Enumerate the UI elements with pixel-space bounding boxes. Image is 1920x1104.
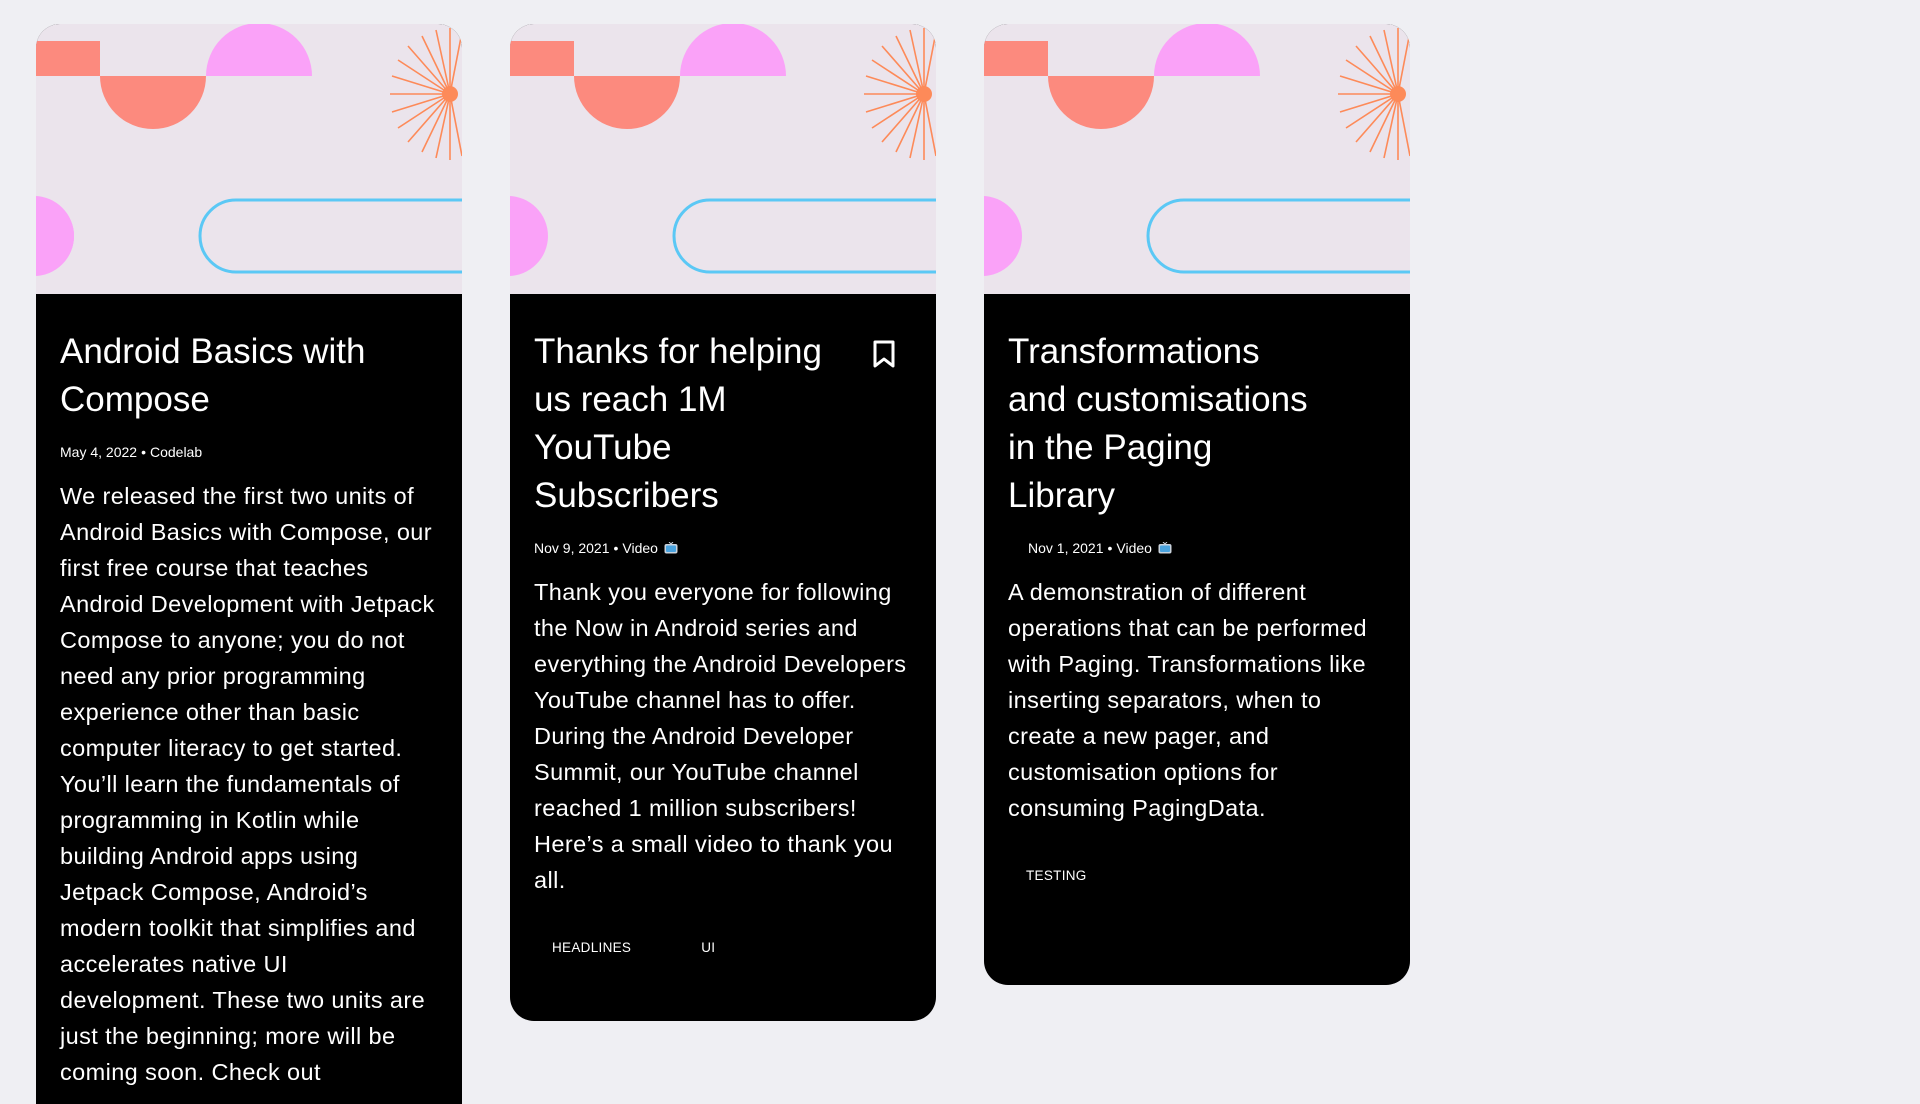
card-header-image xyxy=(36,24,462,294)
card-description: A demonstration of different operations … xyxy=(1008,579,1367,821)
card-date: Nov 9, 2021 xyxy=(534,540,610,556)
meta-separator: • xyxy=(1107,540,1113,556)
card-date: May 4, 2022 xyxy=(60,444,138,460)
header-illustration xyxy=(984,24,1410,276)
meta-separator: • xyxy=(613,540,619,556)
card-description: Thank you everyone for following the Now… xyxy=(534,579,907,893)
news-feed: Android Basics with Compose May 4, 2022 … xyxy=(0,0,1920,1104)
meta-separator: • xyxy=(141,444,146,460)
topic-tag[interactable]: TESTING xyxy=(1014,858,1099,893)
card-type: Codelab xyxy=(149,444,203,460)
header-illustration xyxy=(36,24,462,276)
card-meta: May 4, 2022 • Codelab xyxy=(60,442,438,462)
card-date: Nov 1, 2021 xyxy=(1028,540,1104,556)
card-title: Transformations and customisations in th… xyxy=(1008,332,1308,515)
bookmark-button[interactable] xyxy=(862,332,906,376)
topic-tags: HEADLINES UI xyxy=(534,930,912,965)
topic-tags: TESTING xyxy=(1008,858,1386,893)
tv-icon xyxy=(1158,542,1172,554)
news-card[interactable]: Thanks for helping us reach 1M YouTube S… xyxy=(510,24,936,1021)
header-illustration xyxy=(510,24,936,276)
card-type: Video xyxy=(622,540,658,556)
news-card[interactable]: Android Basics with Compose May 4, 2022 … xyxy=(36,24,462,1104)
bookmark-icon xyxy=(873,340,895,368)
tv-icon xyxy=(664,542,678,554)
card-meta: Nov 1, 2021 • Video xyxy=(1008,538,1386,558)
card-meta: Nov 9, 2021 • Video xyxy=(534,538,912,558)
news-card[interactable]: Transformations and customisations in th… xyxy=(984,24,1410,985)
card-header-image xyxy=(510,24,936,294)
card-title: Android Basics with Compose xyxy=(60,332,366,419)
card-type: Video xyxy=(1116,540,1152,556)
card-title: Thanks for helping us reach 1M YouTube S… xyxy=(534,332,822,515)
card-description: We released the first two units of Andro… xyxy=(60,483,435,1085)
topic-tag[interactable]: UI xyxy=(689,930,727,965)
topic-tag[interactable]: HEADLINES xyxy=(540,930,643,965)
card-header-image xyxy=(984,24,1410,294)
